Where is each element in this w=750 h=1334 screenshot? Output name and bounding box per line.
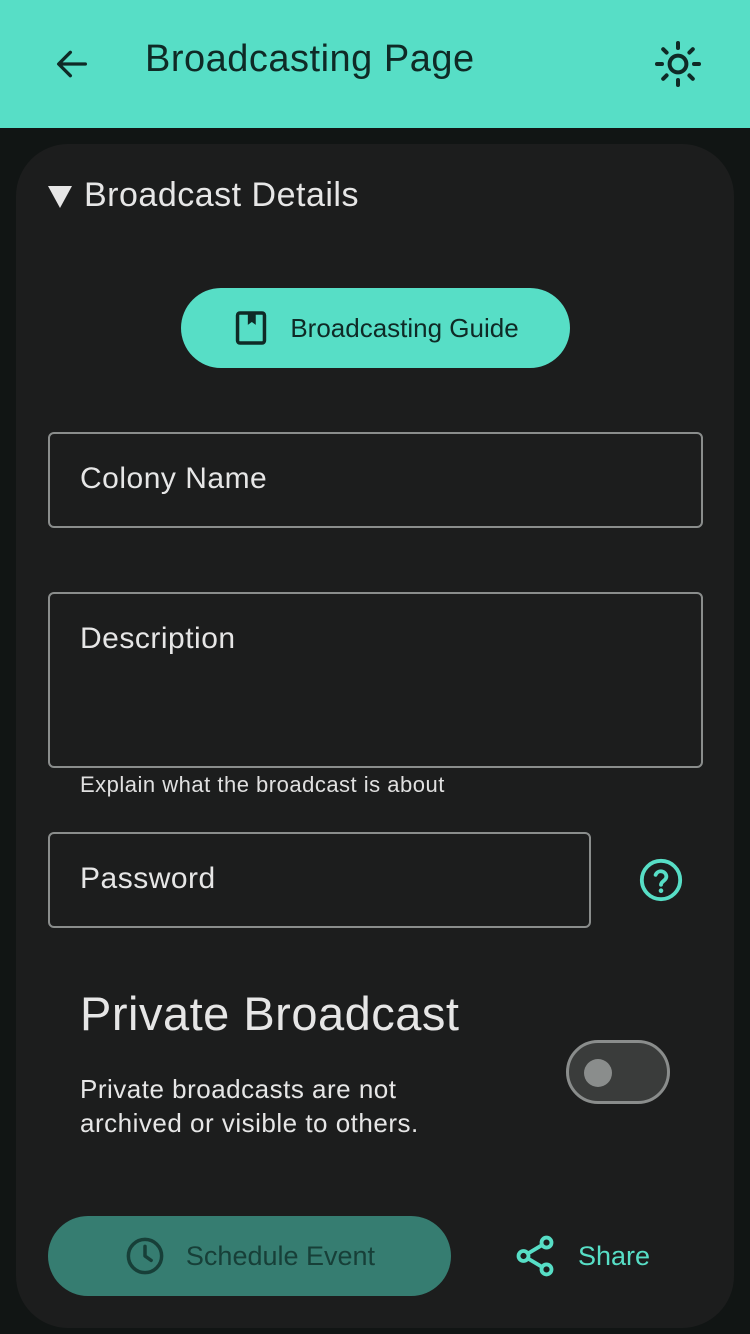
- description-label: Description: [80, 622, 236, 655]
- arrow-left-icon: [57, 50, 88, 78]
- description-field[interactable]: Description: [48, 592, 703, 768]
- share-icon: [516, 1235, 554, 1277]
- section-title: Broadcast Details: [84, 176, 359, 214]
- password-field[interactable]: Password: [48, 832, 591, 928]
- app-bar: Broadcasting Page: [0, 0, 750, 128]
- switch-knob: [584, 1059, 612, 1087]
- broadcasting-guide-button[interactable]: Broadcasting Guide: [181, 288, 570, 368]
- password-help-button[interactable]: [638, 857, 684, 903]
- broadcast-details-toggle[interactable]: Broadcast Details: [48, 176, 359, 215]
- private-broadcast-description: Private broadcasts are not archived or v…: [80, 1074, 419, 1138]
- schedule-event-button[interactable]: Schedule Event: [48, 1216, 451, 1296]
- password-label: Password: [80, 862, 216, 895]
- private-broadcast-title: Private Broadcast: [80, 987, 460, 1040]
- colony-name-label: Colony Name: [80, 462, 268, 495]
- description-helper-text: Explain what the broadcast is about: [80, 772, 445, 797]
- clock-icon: [126, 1237, 164, 1275]
- page-title: Broadcasting Page: [145, 38, 475, 80]
- share-label: Share: [578, 1240, 651, 1271]
- back-button[interactable]: [50, 42, 94, 86]
- schedule-event-label: Schedule Event: [185, 1240, 376, 1271]
- private-broadcast-switch[interactable]: [566, 1040, 670, 1104]
- question-circle-icon: [639, 858, 683, 902]
- theme-toggle-button[interactable]: [654, 40, 702, 88]
- expand-triangle-icon: [48, 185, 72, 208]
- share-button[interactable]: Share: [512, 1226, 650, 1286]
- broadcasting-guide-label: Broadcasting Guide: [290, 312, 519, 343]
- colony-name-field[interactable]: Colony Name: [48, 432, 703, 528]
- book-icon: [236, 311, 267, 345]
- sun-icon: [655, 41, 701, 87]
